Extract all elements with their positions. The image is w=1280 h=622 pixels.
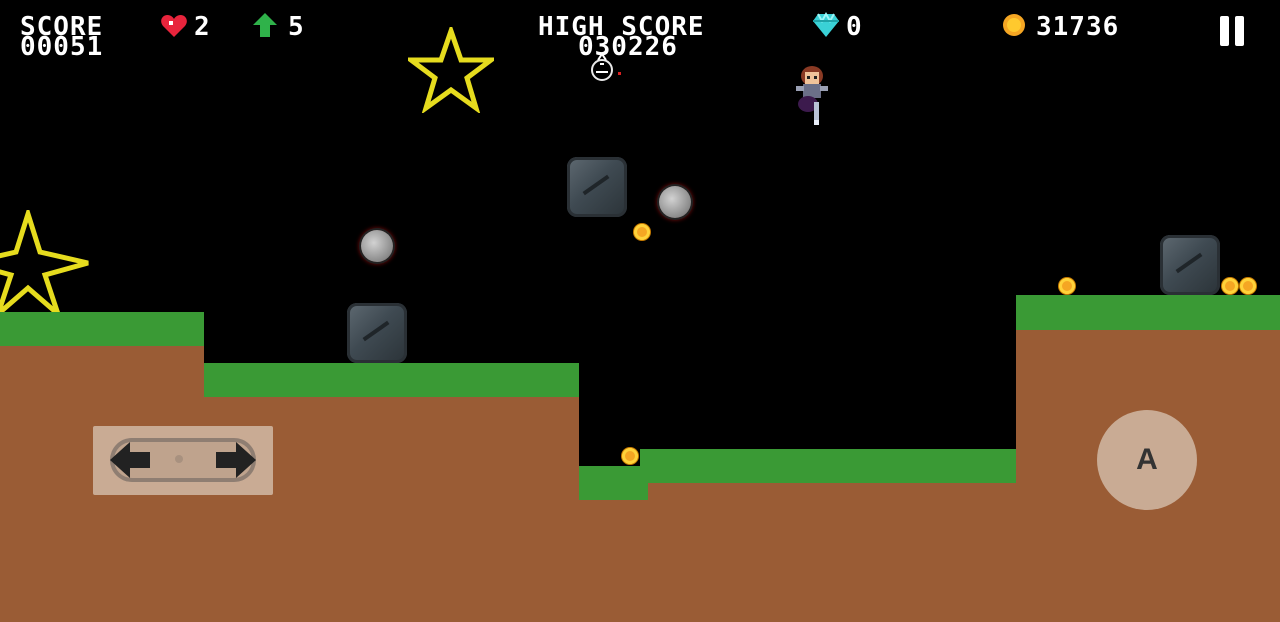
- coin-pickup: [1240, 278, 1256, 294]
- grass-platform: [204, 363, 579, 397]
- grass-platform: [640, 449, 1016, 483]
- coin-pickup: [634, 224, 650, 240]
- boulder: [347, 303, 407, 363]
- dpad-control[interactable]: [93, 426, 273, 495]
- coin-pickup: [622, 448, 638, 464]
- spike-ball-enemy: [659, 186, 691, 218]
- diamond-icon: [813, 12, 839, 37]
- spike-ball-enemy: [361, 230, 393, 262]
- boulder: [567, 157, 627, 217]
- dpad-track: [110, 438, 256, 482]
- score-value: 00051: [20, 32, 104, 62]
- action-a-button[interactable]: A: [1097, 410, 1197, 510]
- lives-count: 2: [194, 12, 211, 42]
- coin-pickup: [1222, 278, 1238, 294]
- pause-icon: [1220, 16, 1229, 46]
- coin-count: 31736: [1036, 12, 1120, 42]
- action-a-label: A: [1136, 443, 1158, 476]
- boulder: [1160, 235, 1220, 295]
- star-outline-icon: [0, 210, 89, 316]
- ground-block: [579, 500, 648, 622]
- arrow-left-icon[interactable]: [108, 439, 152, 481]
- pause-icon: [1235, 16, 1244, 46]
- coin-pickup: [1059, 278, 1075, 294]
- gem-count: 0: [846, 12, 863, 42]
- grass-platform: [579, 466, 648, 500]
- player-character: [796, 66, 828, 125]
- green-arrow-up-icon: [253, 13, 277, 37]
- powerup-count: 5: [288, 12, 305, 42]
- pause-button[interactable]: [1218, 16, 1248, 48]
- arrow-right-icon[interactable]: [214, 439, 258, 481]
- coin-icon: [1003, 14, 1025, 36]
- dpad-center-dot: [175, 455, 183, 463]
- grass-platform: [1016, 295, 1280, 330]
- grass-platform: [0, 312, 204, 346]
- ground-block: [648, 483, 1016, 622]
- sparkle-enemy: [591, 52, 621, 81]
- game-screen: SCORE 00051 2 5 HIGH SCORE 030226 0 3173…: [0, 0, 1280, 622]
- star-outline-icon: [408, 27, 494, 113]
- heart-icon: [161, 15, 187, 37]
